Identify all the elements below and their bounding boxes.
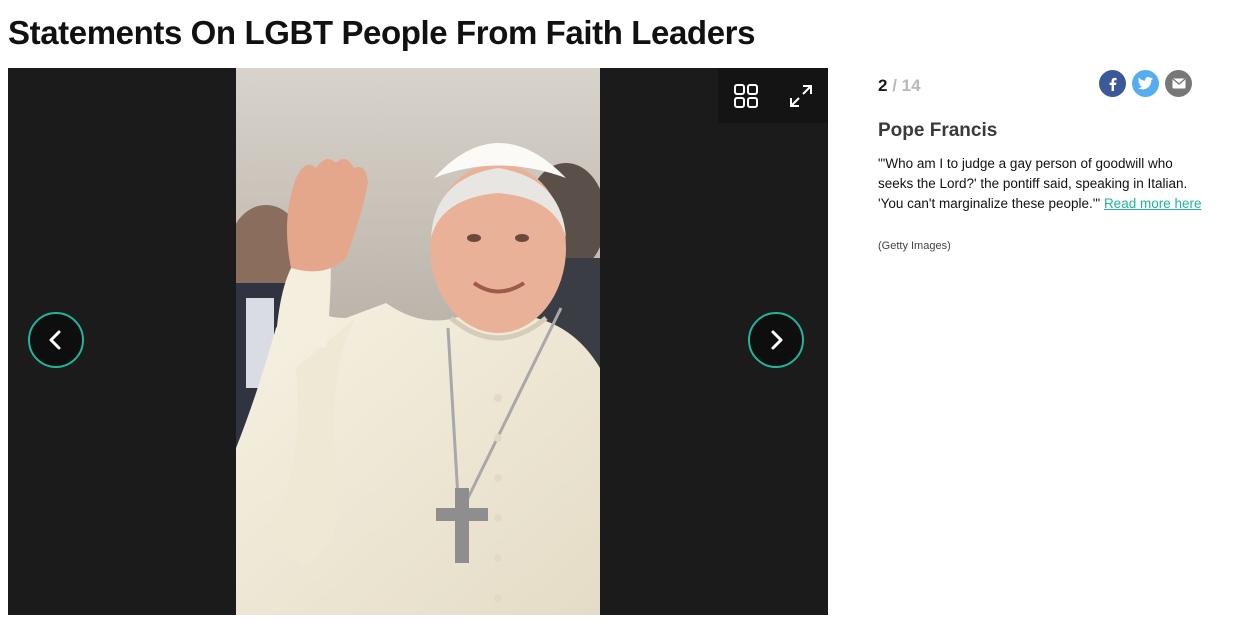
grid-view-icon bbox=[733, 83, 758, 108]
page-title: Statements On LGBT People From Faith Lea… bbox=[8, 14, 756, 51]
fullscreen-button[interactable] bbox=[783, 78, 819, 114]
gallery-photo[interactable] bbox=[236, 68, 600, 615]
expand-icon bbox=[789, 84, 812, 107]
gallery-toolbar bbox=[718, 68, 828, 123]
share-email-button[interactable] bbox=[1165, 70, 1192, 97]
slide-counter: 2 / 14 bbox=[878, 76, 921, 96]
next-slide-button[interactable] bbox=[748, 312, 804, 368]
gallery-stage bbox=[8, 68, 828, 615]
chevron-left-icon bbox=[49, 330, 61, 350]
slide-separator: / bbox=[892, 76, 897, 95]
slide-current: 2 bbox=[878, 76, 888, 95]
email-icon bbox=[1172, 78, 1185, 89]
twitter-icon bbox=[1138, 77, 1153, 90]
share-buttons bbox=[1099, 70, 1192, 97]
read-more-link[interactable]: Read more here bbox=[1104, 196, 1202, 211]
slide-caption: "'Who am I to judge a gay person of good… bbox=[878, 154, 1203, 214]
share-twitter-button[interactable] bbox=[1132, 70, 1159, 97]
share-facebook-button[interactable] bbox=[1099, 70, 1126, 97]
previous-slide-button[interactable] bbox=[28, 312, 84, 368]
slide-total: 14 bbox=[901, 76, 921, 95]
grid-view-button[interactable] bbox=[728, 78, 764, 114]
slide-title: Pope Francis bbox=[878, 120, 998, 141]
chevron-right-icon bbox=[771, 330, 783, 350]
photo-credit: (Getty Images) bbox=[878, 240, 951, 252]
facebook-icon bbox=[1109, 77, 1116, 91]
photo-illustration bbox=[236, 68, 600, 615]
